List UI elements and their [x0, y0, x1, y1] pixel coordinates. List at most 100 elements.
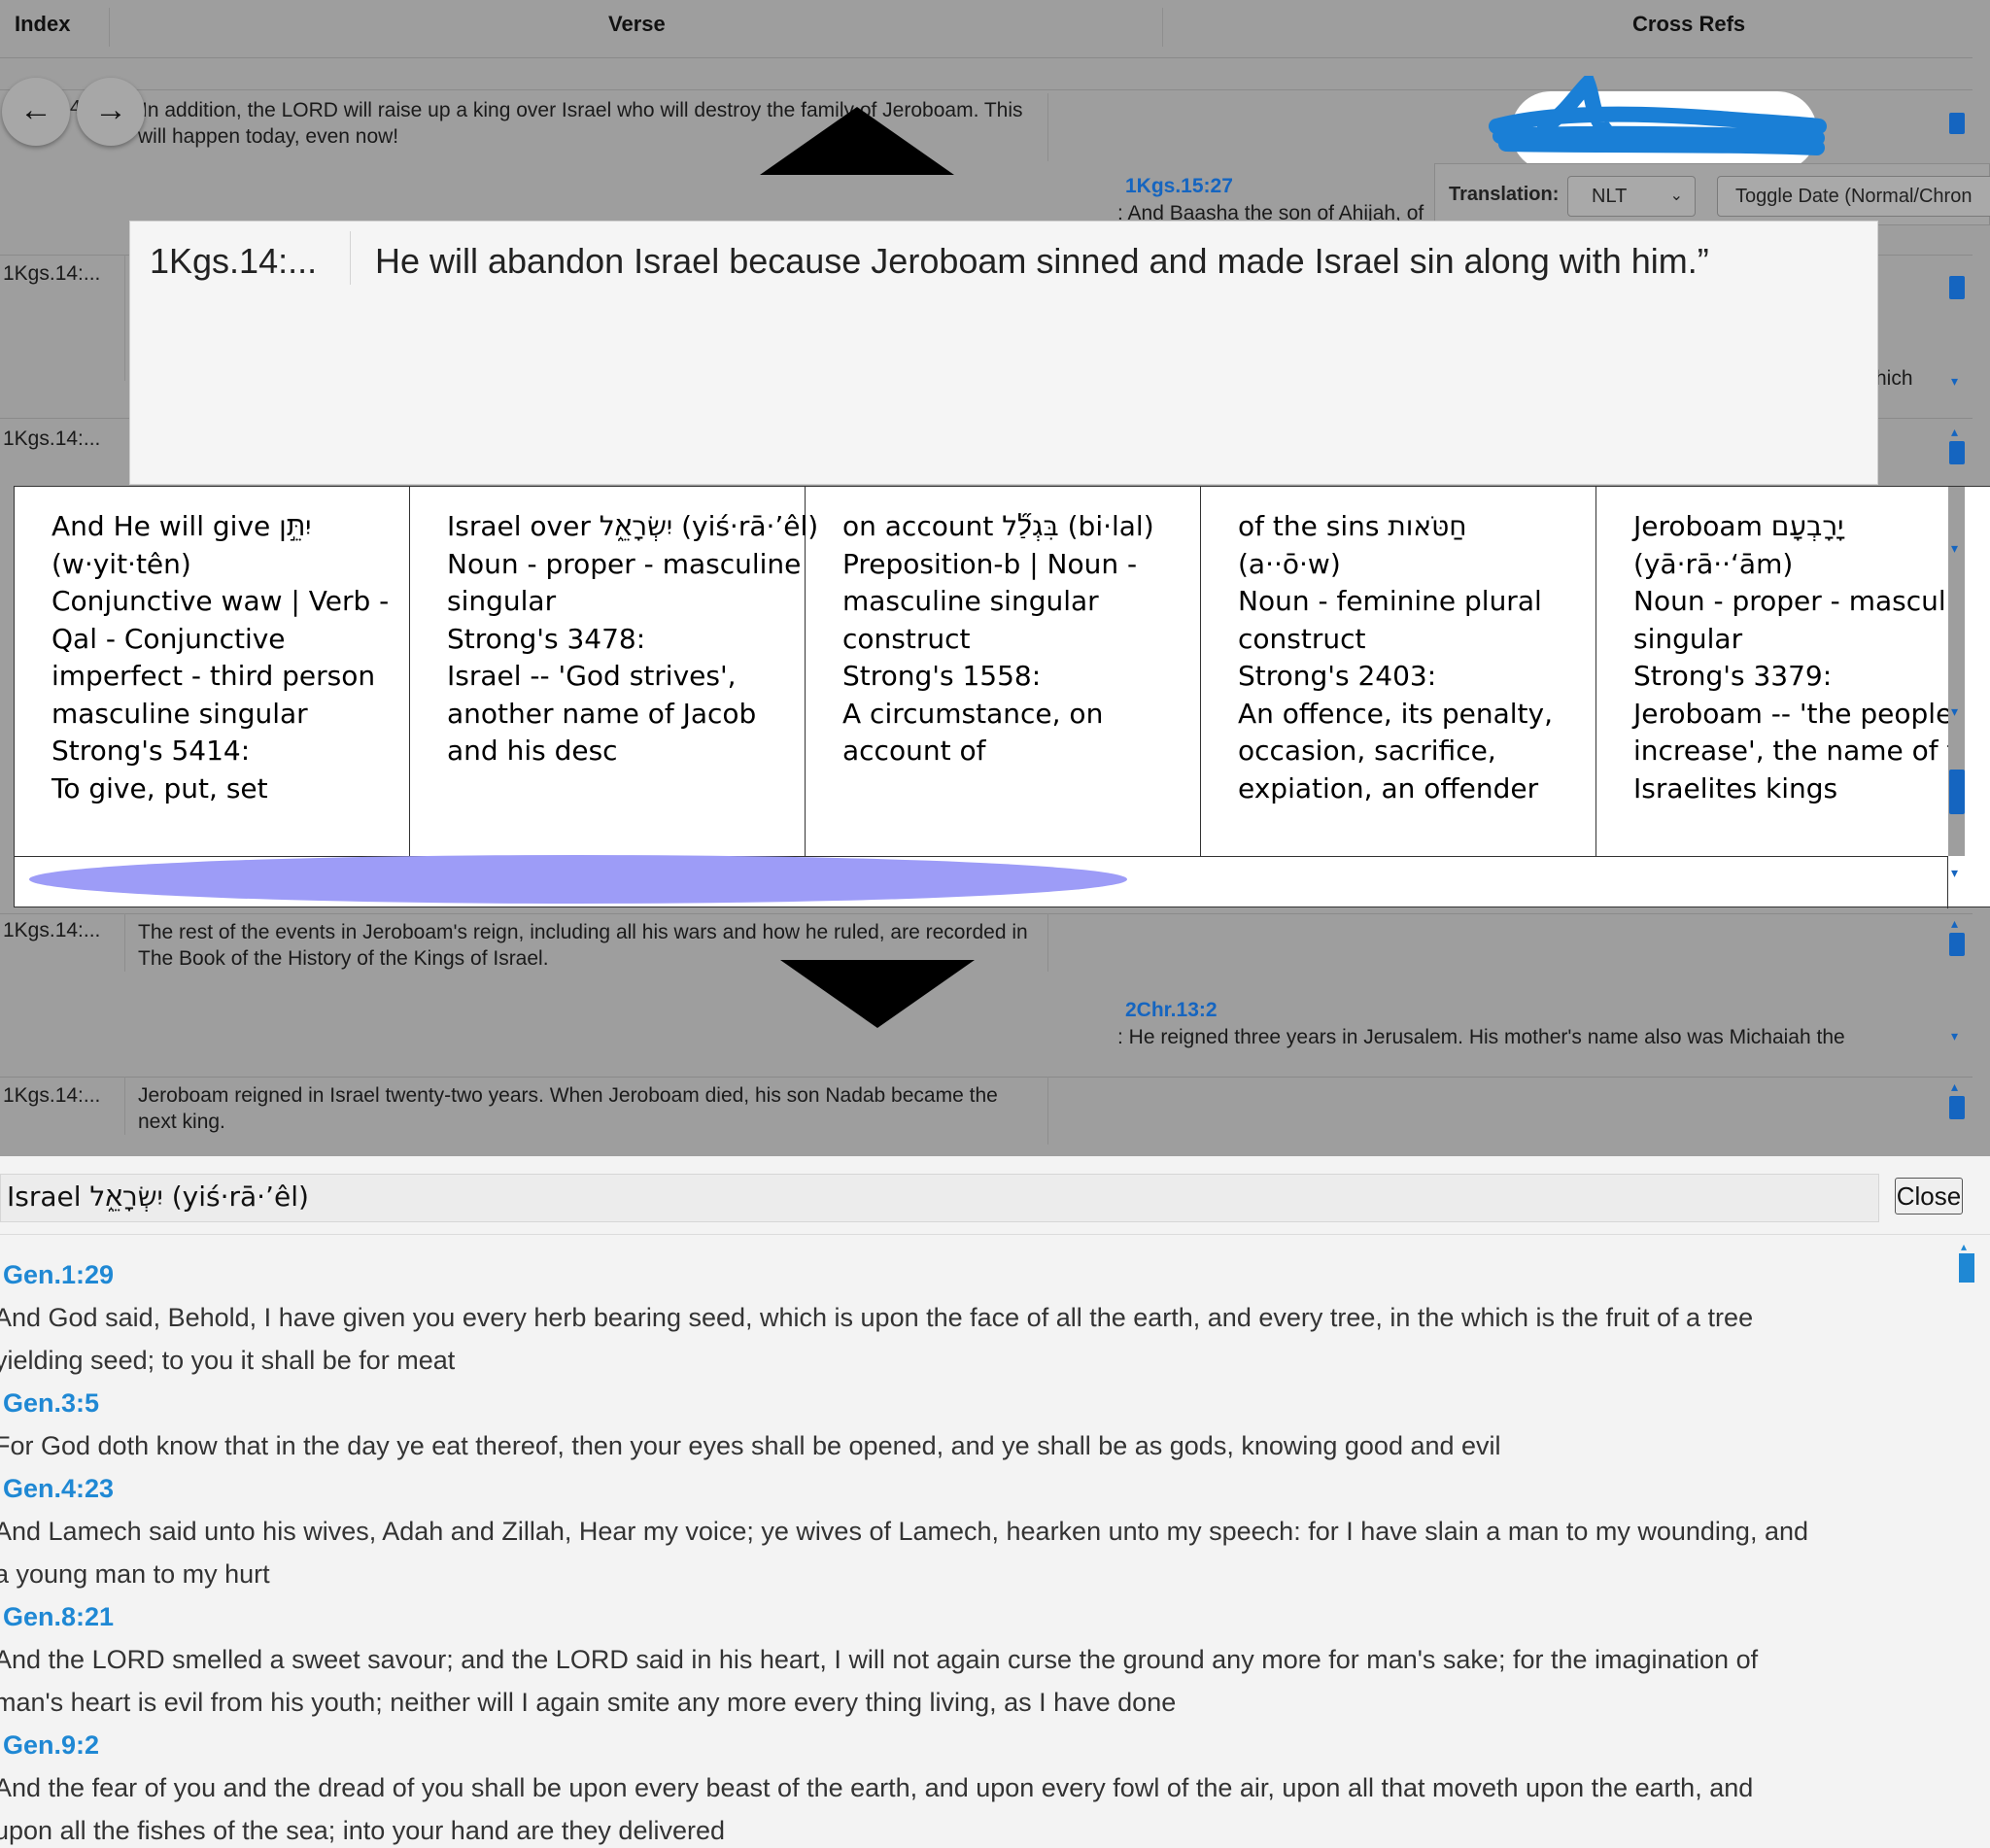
word-line: Noun - proper - masculine [1633, 585, 1948, 617]
chevron-down-icon: ⌄ [1669, 188, 1683, 204]
reference-text: yielding seed; to you it shall be for me… [0, 1346, 456, 1375]
close-button[interactable]: Close [1895, 1178, 1963, 1215]
word-line: Conjunctive waw | Verb - [51, 585, 390, 617]
word-line: Strong's 3379: [1633, 660, 1833, 692]
reference-text: upon all the fishes of the sea; into you… [0, 1816, 725, 1845]
column-divider [124, 1077, 125, 1135]
list-item: Gen.1:29 And God said, Behold, I have gi… [0, 1253, 1953, 1382]
list-item: Gen.3:5 For God doth know that in the da… [0, 1382, 1953, 1467]
word-heading: Jeroboam יָרָבְעָם [1633, 510, 1844, 542]
row-index[interactable]: 1Kgs.14:... [3, 428, 100, 451]
word-heading: And He will give יִתֵּ֣ן [51, 510, 312, 542]
word-line: masculine singular [842, 585, 1099, 617]
word-cell[interactable]: Israel over יִשְׂרָאֵ֑ל (yiś·rā·’êl) Nou… [410, 487, 818, 856]
word-line: To give, put, set [51, 771, 268, 804]
word-line: another name of Jacob [447, 697, 757, 730]
word-heading: of the sins חַטֹּאות [1238, 510, 1467, 542]
back-arrow-button[interactable]: ← [2, 78, 70, 146]
reference-text: a young man to my hurt [0, 1559, 270, 1589]
word-line: Noun - feminine plural [1238, 585, 1542, 617]
word-analysis-table: And He will give יִתֵּ֣ן (w·yit·tên) Con… [14, 486, 1990, 908]
column-header-verse[interactable]: Verse [608, 0, 666, 58]
row-scrollbar-thumb[interactable] [1949, 441, 1965, 464]
word-transliteration: (a··ō·w) [1238, 547, 1341, 580]
word-line: increase', the name of two [1633, 735, 1948, 767]
scroll-up-icon[interactable]: ▴ [1951, 424, 1958, 440]
popup-verse-text: He will abandon Israel because Jeroboam … [375, 241, 1709, 281]
word-cell[interactable]: And He will give יִתֵּ֣ן (w·yit·tên) Con… [15, 487, 410, 856]
cross-ref-text: : He reigned three years in Jerusalem. H… [1117, 1026, 1845, 1048]
reference-link[interactable]: Gen.8:21 [3, 1595, 1953, 1638]
panel-divider [0, 1234, 1990, 1235]
scribble-redaction-icon [1489, 76, 1827, 155]
word-line: Israelites kings [1633, 771, 1838, 804]
reference-text: And Lamech said unto his wives, Adah and… [0, 1517, 1808, 1546]
cross-ref-text: hich [1875, 367, 1913, 390]
column-header-cross-refs[interactable]: Cross Refs [1632, 0, 1745, 58]
popup-divider [350, 231, 351, 285]
column-divider [1047, 1077, 1048, 1145]
column-divider [124, 913, 125, 972]
row-scrollbar-thumb[interactable] [1949, 933, 1965, 956]
word-line: Preposition-b | Noun - [842, 547, 1138, 580]
row-scrollbar-thumb[interactable] [1949, 1096, 1965, 1119]
word-line: singular [1633, 622, 1743, 655]
row-scrollbar-thumb[interactable] [1949, 113, 1965, 134]
translation-label: Translation: [1449, 184, 1560, 205]
word-cell[interactable]: of the sins חַטֹּאות (a··ō·w) Noun - fem… [1201, 487, 1596, 856]
popup-verse-index[interactable]: 1Kgs.14:... [150, 241, 317, 282]
reference-link[interactable]: Gen.9:2 [3, 1724, 1953, 1766]
word-line: Noun - proper - masculine [447, 547, 802, 580]
scroll-up-icon[interactable]: ▴ [1961, 1240, 1967, 1253]
word-line: A circumstance, on [842, 697, 1104, 730]
word-line: and his desc [447, 735, 618, 767]
column-header-index[interactable]: Index [15, 0, 70, 58]
word-heading: on account בִּגְלַ֞ל (bi·lal) [842, 510, 1154, 542]
word-line: Jeroboam -- 'the people [1633, 697, 1948, 730]
translation-select[interactable]: NLT ⌄ [1567, 176, 1696, 217]
reference-link[interactable]: Gen.3:5 [3, 1382, 1953, 1424]
selected-word-field[interactable]: Israel יִשְׂרָאֵ֑ל (yiś·rā·’êl) [0, 1174, 1879, 1222]
list-item: Gen.8:21 And the LORD smelled a sweet sa… [0, 1595, 1953, 1724]
translation-value: NLT [1592, 186, 1628, 207]
list-item: Gen.4:23 And Lamech said unto his wives,… [0, 1467, 1953, 1595]
column-divider [1047, 913, 1048, 972]
word-line: An offence, its penalty, [1238, 697, 1553, 730]
row-index[interactable]: 1Kgs.14:... [3, 919, 100, 942]
scroll-up-icon[interactable]: ▴ [1951, 1078, 1958, 1095]
scroll-down-icon[interactable]: ▾ [1951, 373, 1958, 390]
forward-arrow-button[interactable]: → [77, 78, 145, 146]
word-occurrences-panel: Israel יִשְׂרָאֵ֑ל (yiś·rā·’êl) Close ▴ … [0, 1156, 1990, 1848]
reference-link[interactable]: Gen.4:23 [3, 1467, 1953, 1510]
table-header: Index Verse Cross Refs [0, 0, 1973, 58]
word-cell[interactable]: on account בִּגְלַ֞ל (bi·lal) Prepositio… [806, 487, 1201, 856]
scroll-up-icon[interactable]: ▴ [1951, 915, 1958, 932]
column-divider [124, 255, 125, 381]
reference-text: And God said, Behold, I have given you e… [0, 1303, 1754, 1332]
scroll-down-icon[interactable]: ▾ [1951, 540, 1958, 557]
reference-link[interactable]: Gen.1:29 [3, 1253, 1953, 1296]
word-line: occasion, sacrifice, [1238, 735, 1496, 767]
word-cell[interactable]: Jeroboam יָרָבְעָם (yā·rā··‘ām) Noun - p… [1596, 487, 1948, 856]
triangle-up-icon [760, 107, 954, 175]
cross-ref-text: : And Baasha the son of Ahijah, of [1117, 202, 1424, 222]
verse-text: Jeroboam reigned in Israel twenty-two ye… [138, 1084, 998, 1133]
row-scrollbar-thumb[interactable] [1949, 276, 1965, 299]
cross-ref-link[interactable]: 1Kgs.15:27 [1125, 175, 1233, 198]
scroll-down-icon[interactable]: ▾ [1951, 1028, 1958, 1044]
triangle-down-icon [780, 960, 975, 1028]
word-line: construct [842, 622, 971, 655]
header-divider [1162, 8, 1163, 47]
row-index[interactable]: 1Kgs.14:... [3, 1084, 100, 1108]
list-item: Gen.9:2 And the fear of you and the drea… [0, 1724, 1953, 1848]
panel-scrollbar-thumb[interactable] [1959, 1253, 1974, 1283]
row-scrollbar-thumb[interactable] [1949, 770, 1965, 814]
reference-text: And the LORD smelled a sweet savour; and… [0, 1645, 1759, 1674]
scroll-down-icon[interactable]: ▾ [1951, 865, 1958, 881]
scroll-down-icon[interactable]: ▾ [1951, 703, 1958, 720]
reference-text: And the fear of you and the dread of you… [0, 1773, 1754, 1802]
cross-ref-link[interactable]: 2Chr.13:2 [1125, 999, 1218, 1022]
reference-list: Gen.1:29 And God said, Behold, I have gi… [0, 1253, 1953, 1848]
toggle-date-button[interactable]: Toggle Date (Normal/Chron [1717, 176, 1990, 217]
row-index[interactable]: 1Kgs.14:... [3, 262, 100, 286]
